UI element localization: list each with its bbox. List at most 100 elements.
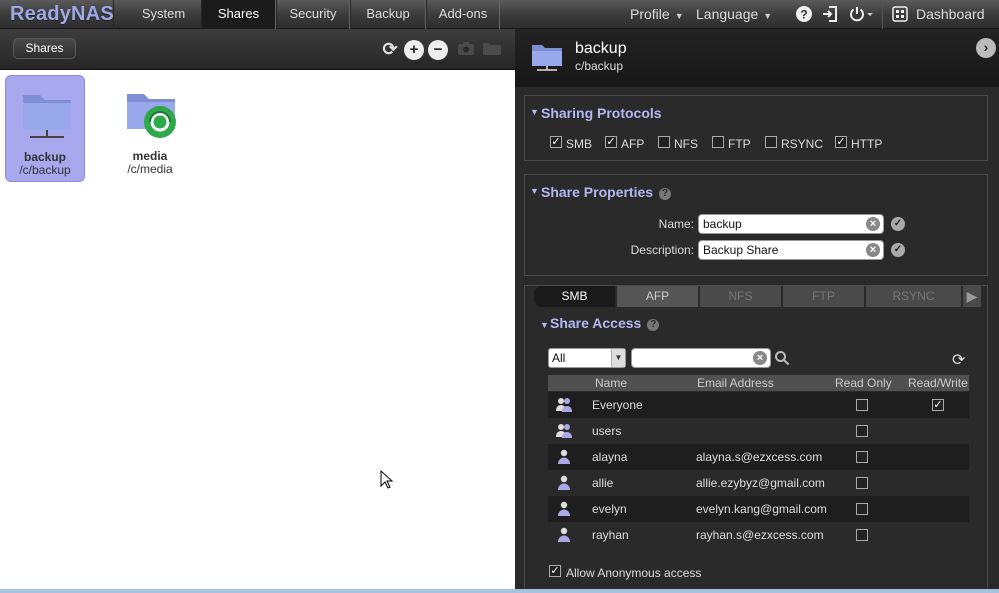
group-icon	[555, 396, 573, 414]
tab-shares[interactable]: Shares	[201, 0, 276, 29]
read-only-checkbox[interactable]	[856, 451, 868, 463]
table-row[interactable]: evelyn evelyn.kang@gmail.com	[548, 496, 969, 522]
table-row[interactable]: allie allie.ezybyz@gmail.com	[548, 470, 969, 496]
share-path: /c/backup	[19, 163, 71, 177]
afp-checkbox[interactable]	[605, 136, 617, 148]
row-email: allie.ezybyz@gmail.com	[696, 476, 825, 490]
section-title: Sharing Protocols	[541, 105, 662, 121]
http-checkbox[interactable]	[835, 136, 847, 148]
share-folder-icon	[23, 95, 71, 138]
name-field[interactable]: backup	[698, 214, 884, 234]
tab-rsync: RSYNC	[866, 286, 962, 307]
row-name: allie	[592, 476, 614, 490]
snapshot-icon[interactable]	[456, 40, 476, 60]
add-share-button[interactable]: +	[404, 40, 424, 60]
clear-icon[interactable]: ×	[866, 217, 880, 231]
tab-backup[interactable]: Backup	[350, 0, 426, 29]
section-title: Share Access?	[550, 315, 660, 331]
ftp-checkbox[interactable]	[712, 136, 724, 148]
read-only-checkbox[interactable]	[856, 399, 868, 411]
tab-security[interactable]: Security	[276, 0, 350, 29]
allow-anonymous-checkbox[interactable]	[549, 565, 561, 577]
name-label: Name:	[658, 217, 694, 231]
language-menu[interactable]: Language ▼	[696, 0, 772, 29]
nfs-label: NFS	[674, 137, 698, 151]
help-icon[interactable]: ?	[659, 188, 672, 200]
logout-icon[interactable]	[821, 5, 839, 23]
row-name: users	[592, 424, 622, 438]
share-folder-icon	[532, 45, 562, 71]
collapse-arrow-icon[interactable]: ▼	[540, 320, 549, 330]
table-row[interactable]: alayna alayna.s@ezxcess.com	[548, 444, 969, 470]
tab-ftp: FTP	[783, 286, 865, 307]
row-email: alayna.s@ezxcess.com	[696, 450, 823, 464]
smb-checkbox[interactable]	[550, 136, 562, 148]
rsync-label: RSYNC	[781, 137, 824, 151]
tab-smb[interactable]: SMB	[534, 286, 616, 307]
refresh-icon[interactable]: ⟳	[952, 353, 968, 369]
help-icon[interactable]: ?	[795, 5, 813, 23]
nfs-checkbox[interactable]	[658, 136, 670, 148]
tab-scroll-right-icon[interactable]: ▶	[963, 286, 982, 307]
column-header-read-write: Read/Write	[908, 376, 968, 390]
table-row[interactable]: users	[548, 418, 969, 444]
column-header-email: Email Address	[697, 376, 774, 390]
sharing-protocols-section: ▼ Sharing Protocols SMB AFP NFS FTP RSYN…	[524, 95, 988, 161]
svg-text:?: ?	[800, 8, 807, 22]
tab-system[interactable]: System	[113, 0, 214, 29]
table-row[interactable]: rayhan rayhan.s@ezxcess.com	[548, 522, 969, 548]
tab-add-ons[interactable]: Add-ons	[426, 0, 500, 29]
section-title: Share Properties?	[541, 184, 672, 200]
folder-settings-icon[interactable]	[482, 40, 502, 60]
read-only-checkbox[interactable]	[856, 477, 868, 489]
access-table-header: Name Email Address Read Only Read/Write	[548, 375, 969, 391]
share-details-panel: backup c/backup › ▼ Sharing Protocols SM…	[515, 29, 999, 589]
share-item-backup[interactable]: backup /c/backup	[5, 75, 85, 182]
share-title: backup	[575, 40, 627, 57]
read-write-checkbox[interactable]	[932, 399, 944, 411]
check-icon[interactable]: ✓	[891, 243, 905, 257]
rsync-checkbox[interactable]	[765, 136, 777, 148]
share-path: /c/media	[127, 162, 173, 176]
help-icon[interactable]: ?	[647, 319, 660, 331]
language-label: Language	[696, 6, 759, 22]
check-icon[interactable]: ✓	[891, 217, 905, 231]
user-icon	[555, 448, 573, 466]
tab-afp[interactable]: AFP	[617, 286, 699, 307]
row-email: evelyn.kang@gmail.com	[696, 502, 827, 516]
chevron-down-icon: ▼	[674, 11, 684, 21]
power-menu[interactable]	[848, 5, 876, 23]
description-field[interactable]: Backup Share	[698, 240, 884, 260]
share-name: backup	[23, 150, 66, 164]
clear-icon[interactable]: ×	[753, 351, 767, 365]
profile-menu[interactable]: Profile ▼	[630, 0, 684, 29]
read-only-checkbox[interactable]	[856, 503, 868, 515]
filter-value: All	[552, 351, 566, 365]
share-details-header: backup c/backup ›	[515, 29, 999, 87]
row-name: alayna	[592, 450, 628, 464]
collapse-arrow-icon[interactable]: ▼	[530, 186, 539, 196]
description-label: Description:	[630, 243, 694, 257]
next-arrow-icon[interactable]: ›	[976, 38, 996, 58]
access-search-input[interactable]: ×	[631, 348, 771, 368]
share-name: media	[132, 149, 168, 163]
row-name: Everyone	[592, 398, 643, 412]
refresh-icon[interactable]: ⟳	[380, 40, 400, 60]
row-email: rayhan.s@ezxcess.com	[696, 528, 824, 542]
clear-icon[interactable]: ×	[866, 243, 880, 257]
shares-view-button[interactable]: Shares	[13, 38, 76, 59]
afp-label: AFP	[621, 137, 645, 151]
read-only-checkbox[interactable]	[856, 529, 868, 541]
table-row[interactable]: Everyone	[548, 392, 969, 418]
group-icon	[555, 422, 573, 440]
access-filter-select[interactable]: All ▼	[548, 348, 626, 368]
collapse-arrow-icon[interactable]: ▼	[530, 107, 539, 117]
chevron-down-icon: ▼	[763, 11, 773, 21]
bottom-strip	[0, 589, 999, 593]
user-icon	[555, 500, 573, 518]
read-only-checkbox[interactable]	[856, 425, 868, 437]
search-icon[interactable]	[774, 350, 790, 366]
share-item-media[interactable]: media /c/media	[110, 75, 190, 182]
remove-share-button[interactable]: −	[428, 40, 448, 60]
dashboard-link[interactable]: Dashboard	[892, 0, 985, 29]
